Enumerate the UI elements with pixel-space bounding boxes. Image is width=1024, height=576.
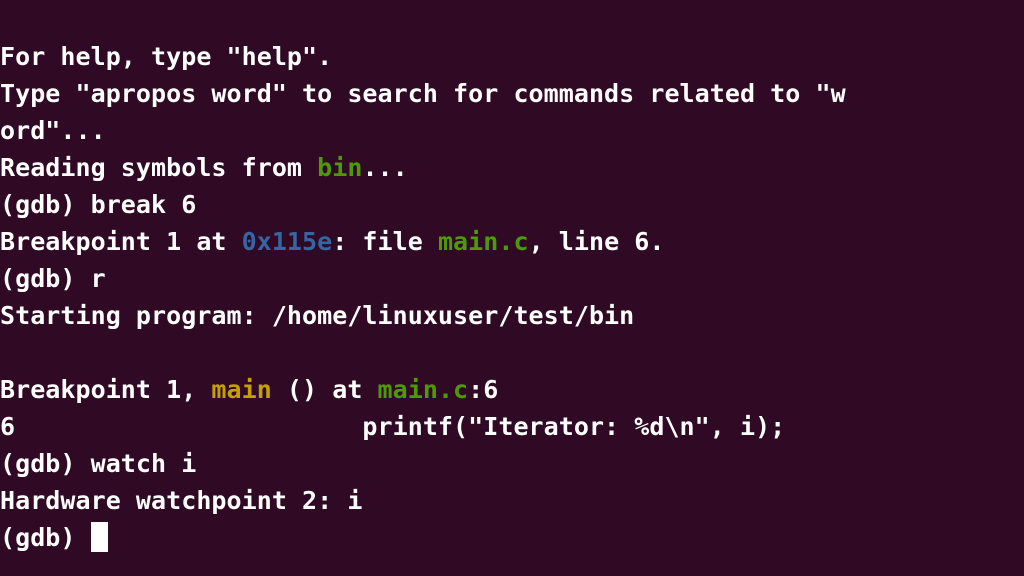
apropos-line-segment-0: Type "apropos word" to search for comman… <box>0 79 846 108</box>
breakpoint-set-line-segment-3: main.c <box>437 227 529 256</box>
reading-symbols-line-segment-2: ... <box>362 153 408 182</box>
text-cursor <box>90 522 108 552</box>
breakpoint-hit-line-segment-3: main.c <box>377 375 469 404</box>
breakpoint-hit-line-segment-0: Breakpoint 1, <box>0 375 212 404</box>
starting-program-line: Starting program: /home/linuxuser/test/b… <box>0 297 1024 334</box>
starting-program-line-segment-0: Starting program: /home/linuxuser/test/b… <box>0 301 635 330</box>
prompt-break-line-segment-0: (gdb) break 6 <box>0 190 197 219</box>
breakpoint-hit-line-segment-4: :6 <box>468 375 499 404</box>
reading-symbols-line-segment-1: bin <box>317 153 363 182</box>
source-line: 6 printf("Iterator: %d\n", i); <box>0 408 1024 445</box>
breakpoint-hit-line-segment-2: () at <box>271 375 378 404</box>
terminal-window[interactable]: For help, type "help". Type "apropos word… <box>0 0 1024 576</box>
breakpoint-set-line-segment-2: : file <box>332 227 438 256</box>
watchpoint-line-segment-0: Hardware watchpoint 2: i <box>0 486 363 515</box>
prompt-watch-line: (gdb) watch i <box>0 445 1024 482</box>
prompt-run-line-segment-0: (gdb) r <box>0 264 106 293</box>
breakpoint-set-line-segment-0: Breakpoint 1 at <box>0 227 242 256</box>
apropos-wrap-line-segment-0: ord"... <box>0 116 106 145</box>
reading-symbols-line: Reading symbols from bin... <box>0 149 1024 186</box>
breakpoint-set-line-segment-4: , line 6. <box>528 227 665 256</box>
prompt-watch-line-segment-0: (gdb) watch i <box>0 449 197 478</box>
breakpoint-hit-line-segment-1: main <box>211 375 272 404</box>
help-line-segment-0: For help, type "help". <box>0 42 333 71</box>
breakpoint-set-line: Breakpoint 1 at 0x115e: file main.c, lin… <box>0 223 1024 260</box>
prompt-active-line: (gdb) <box>0 519 1024 556</box>
help-line: For help, type "help". <box>0 38 1024 75</box>
breakpoint-set-line-segment-1: 0x115e <box>241 227 333 256</box>
watchpoint-line: Hardware watchpoint 2: i <box>0 482 1024 519</box>
terminal-output: For help, type "help". Type "apropos word… <box>0 38 1024 556</box>
prompt-run-line: (gdb) r <box>0 260 1024 297</box>
source-line-segment-0: 6 printf("Iterator: %d\n", i); <box>0 412 786 441</box>
prompt-break-line: (gdb) break 6 <box>0 186 1024 223</box>
apropos-line: Type "apropos word" to search for comman… <box>0 75 1024 112</box>
breakpoint-hit-line: Breakpoint 1, main () at main.c:6 <box>0 371 1024 408</box>
reading-symbols-line-segment-0: Reading symbols from <box>0 153 318 182</box>
apropos-wrap-line: ord"... <box>0 112 1024 149</box>
prompt-active-line-segment-0: (gdb) <box>0 523 91 552</box>
